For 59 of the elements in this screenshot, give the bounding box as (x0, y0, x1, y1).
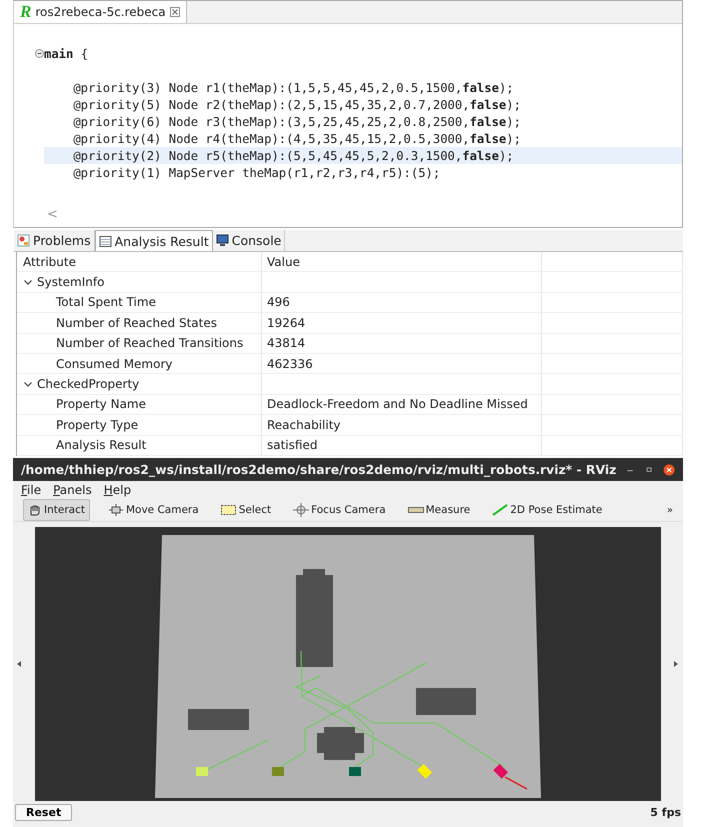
value-cell: 462336 (267, 356, 313, 371)
logo-letter: R (20, 2, 32, 22)
value-cell: 496 (267, 295, 290, 310)
tool-button[interactable]: 2D Pose Estimate (488, 500, 606, 520)
panel-tab[interactable]: Problems (14, 230, 95, 251)
reset-button[interactable]: Reset (15, 804, 72, 821)
3d-view[interactable] (34, 527, 660, 801)
hand-icon (28, 504, 42, 516)
code-line: @priority(3) Node r1(theMap):(1,5,5,45,45,2,0.5,1500,false); (72, 80, 514, 94)
collapse-right-arrow-icon[interactable] (672, 660, 680, 668)
column-header: Attribute (17, 252, 262, 272)
menu-item[interactable]: Help (104, 483, 132, 497)
collapse-left-arrow-icon[interactable] (15, 660, 23, 668)
chevron-down-icon[interactable] (23, 379, 33, 390)
tool-button[interactable]: Select (216, 500, 276, 520)
menu-item[interactable]: Panels (53, 483, 92, 497)
group-label: SystemInfo (37, 275, 104, 290)
value-cell: 43814 (267, 336, 306, 350)
attribute-cell: Property Name (56, 397, 146, 412)
crosshair-icon (293, 503, 310, 517)
fps-label: 5 fps (650, 806, 681, 819)
attribute-cell: Consumed Memory (56, 356, 172, 371)
tool-button[interactable]: Interact (23, 499, 90, 521)
table-icon (98, 234, 112, 248)
menu-item[interactable]: File (21, 483, 42, 497)
tool-button[interactable]: Move Camera (104, 500, 203, 520)
attribute-cell: Property Type (56, 418, 138, 432)
problems-icon (17, 234, 30, 247)
attribute-cell: Number of Reached Transitions (56, 336, 244, 350)
window-title: /home/thhiep/ros2_ws/install/ros2demo/share/ros2demo/rviz/multi_robots.rviz* - RViz (21, 462, 616, 477)
code-line: @priority(5) Node r2(theMap):(2,5,15,45,35,2,0.7,2000,false); (72, 98, 521, 112)
column-header: Value (262, 252, 542, 272)
panel-tab[interactable]: Console (212, 230, 286, 251)
close-icon[interactable] (170, 7, 180, 17)
ruler-icon (408, 506, 424, 514)
value-cell: Reachability (267, 418, 341, 432)
camera-icon (108, 504, 124, 516)
code-line: @priority(6) Node r3(theMap):(3,5,25,45,25,2,0.8,2500,false); (72, 114, 521, 128)
attribute-cell: Number of Reached States (56, 316, 217, 330)
group-label: CheckedProperty (37, 377, 140, 392)
file-name: ros2rebeca-5c.rebeca (35, 5, 166, 19)
tool-button[interactable]: Focus Camera (289, 500, 390, 520)
code-line: @priority(1) MapServer theMap(r1,r2,r3,r4,r5):(5); (72, 166, 440, 180)
value-cell: Deadlock-Freedom and No Deadline Missed (267, 397, 528, 412)
tool-button[interactable]: Measure (404, 500, 474, 520)
monitor-icon (216, 234, 229, 247)
chevron-down-icon[interactable] (23, 277, 33, 288)
panel-tab[interactable]: Analysis Result (94, 230, 213, 251)
fold-icon[interactable] (35, 49, 44, 58)
attribute-cell: Analysis Result (56, 438, 146, 452)
value-cell: 19264 (267, 316, 306, 330)
code-line: main { (44, 46, 88, 60)
selection-box-icon (220, 504, 237, 516)
editor-tab[interactable]: R ros2rebeca-5c.rebeca (14, 1, 187, 23)
value-cell: satisfied (267, 438, 318, 452)
toolbar-overflow[interactable]: » (666, 504, 673, 516)
code-line: @priority(2) Node r5(theMap):(5,5,45,45,5,2,0.3,1500,false); (72, 148, 514, 162)
attribute-cell: Total Spent Time (56, 295, 156, 310)
code-line: @priority(4) Node r4(theMap):(4,5,35,45,15,2,0.5,3000,false); (72, 132, 521, 146)
